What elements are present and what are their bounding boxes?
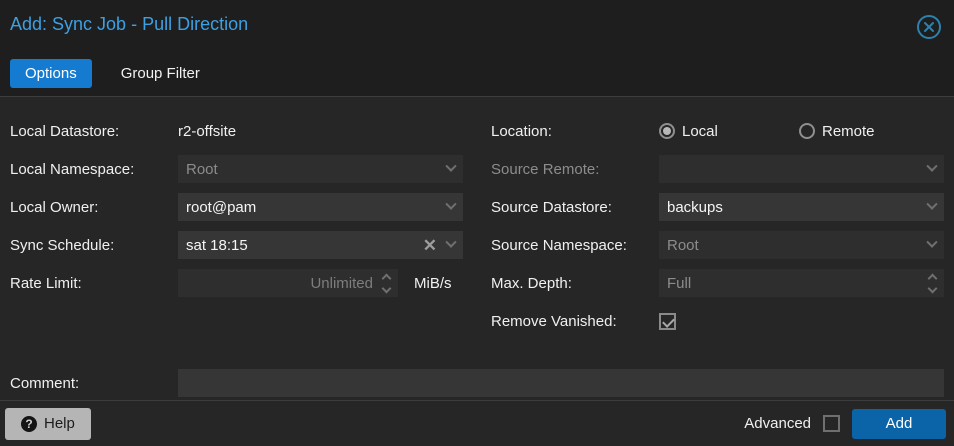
tab-options[interactable]: Options — [10, 59, 92, 88]
source-namespace-label: Source Namespace: — [491, 236, 627, 254]
rate-limit-label: Rate Limit: — [10, 274, 82, 292]
radio-local-label: Local — [682, 122, 718, 140]
clear-icon[interactable]: ✕ — [423, 237, 437, 254]
help-button[interactable]: ? Help — [5, 407, 91, 440]
rate-limit-unit: MiB/s — [414, 274, 452, 292]
sync-schedule-combo[interactable]: sat 18:15 ✕ — [178, 231, 463, 259]
radio-remote[interactable]: Remote — [799, 123, 939, 140]
chevron-down-icon — [926, 236, 938, 248]
help-button-label: Help — [44, 415, 75, 432]
local-owner-combo[interactable]: root@pam — [178, 193, 463, 221]
form-column-left: Local Datastore: r2-offsite Local Namesp… — [10, 117, 463, 345]
row-source-namespace: Source Namespace: Root — [491, 231, 944, 259]
rate-limit-input[interactable] — [186, 274, 373, 292]
close-button[interactable] — [916, 14, 942, 45]
source-namespace-value: Root — [667, 236, 699, 254]
row-local-owner: Local Owner: root@pam — [10, 193, 463, 221]
row-comment: Comment: — [0, 369, 954, 397]
chevron-down-icon — [445, 160, 457, 172]
advanced-checkbox[interactable] — [823, 415, 840, 432]
dialog-header: Add: Sync Job - Pull Direction — [0, 0, 954, 53]
remove-vanished-label: Remove Vanished: — [491, 312, 617, 330]
row-source-remote: Source Remote: — [491, 155, 944, 183]
row-location: Location: Local Remote — [491, 117, 944, 145]
dialog-footer: ? Help Advanced Add — [0, 400, 954, 446]
tab-group-filter[interactable]: Group Filter — [106, 59, 215, 88]
location-label: Location: — [491, 122, 552, 140]
radio-remote-label: Remote — [822, 122, 875, 140]
local-namespace-label: Local Namespace: — [10, 160, 135, 178]
local-datastore-label: Local Datastore: — [10, 122, 120, 140]
chevron-down-icon — [926, 160, 938, 172]
dialog-title: Add: Sync Job - Pull Direction — [10, 14, 249, 34]
source-datastore-label: Source Datastore: — [491, 198, 612, 216]
source-datastore-combo[interactable]: backups — [659, 193, 944, 221]
remove-vanished-checkbox[interactable] — [659, 312, 676, 330]
source-namespace-combo: Root — [659, 231, 944, 259]
chevron-down-icon[interactable] — [445, 198, 457, 210]
local-owner-value: root@pam — [186, 198, 257, 216]
add-button[interactable]: Add — [852, 408, 946, 439]
spinner-icon[interactable] — [381, 273, 392, 293]
sync-schedule-label: Sync Schedule: — [10, 236, 115, 254]
comment-label: Comment: — [10, 374, 80, 392]
spinner-icon — [927, 273, 938, 293]
source-datastore-value: backups — [667, 198, 723, 216]
row-local-datastore: Local Datastore: r2-offsite — [10, 117, 463, 145]
row-source-datastore: Source Datastore: backups — [491, 193, 944, 221]
form-column-right: Location: Local Remote Source Remote: So… — [491, 117, 944, 345]
tab-bar: Options Group Filter — [0, 53, 954, 97]
row-max-depth: Max. Depth: Full — [491, 269, 944, 297]
sync-job-dialog: { "dialog": { "title": "Add: Sync Job - … — [0, 0, 954, 446]
comment-input[interactable] — [178, 369, 944, 397]
source-remote-label: Source Remote: — [491, 160, 600, 178]
local-owner-label: Local Owner: — [10, 198, 99, 216]
row-local-namespace: Local Namespace: Root — [10, 155, 463, 183]
close-icon — [917, 15, 941, 39]
location-radio-group: Local Remote — [659, 123, 939, 140]
advanced-label: Advanced — [744, 415, 811, 432]
max-depth-value: Full — [667, 274, 692, 292]
row-rate-limit: Rate Limit: MiB/s — [10, 269, 463, 297]
radio-icon — [659, 123, 675, 139]
form-body: Local Datastore: r2-offsite Local Namesp… — [0, 97, 954, 345]
max-depth-field: Full — [659, 269, 944, 297]
rate-limit-field[interactable] — [178, 269, 398, 297]
local-datastore-value: r2-offsite — [178, 122, 237, 140]
source-remote-combo — [659, 155, 944, 183]
chevron-down-icon[interactable] — [445, 236, 457, 248]
help-icon: ? — [21, 415, 37, 432]
sync-schedule-value: sat 18:15 — [186, 236, 248, 254]
max-depth-label: Max. Depth: — [491, 274, 572, 292]
local-namespace-combo: Root — [178, 155, 463, 183]
radio-local[interactable]: Local — [659, 123, 799, 140]
radio-icon — [799, 123, 815, 139]
local-namespace-value: Root — [186, 160, 218, 178]
footer-right: Advanced Add — [744, 408, 946, 439]
chevron-down-icon[interactable] — [926, 198, 938, 210]
row-sync-schedule: Sync Schedule: sat 18:15 ✕ — [10, 231, 463, 259]
row-remove-vanished: Remove Vanished: — [491, 307, 944, 335]
